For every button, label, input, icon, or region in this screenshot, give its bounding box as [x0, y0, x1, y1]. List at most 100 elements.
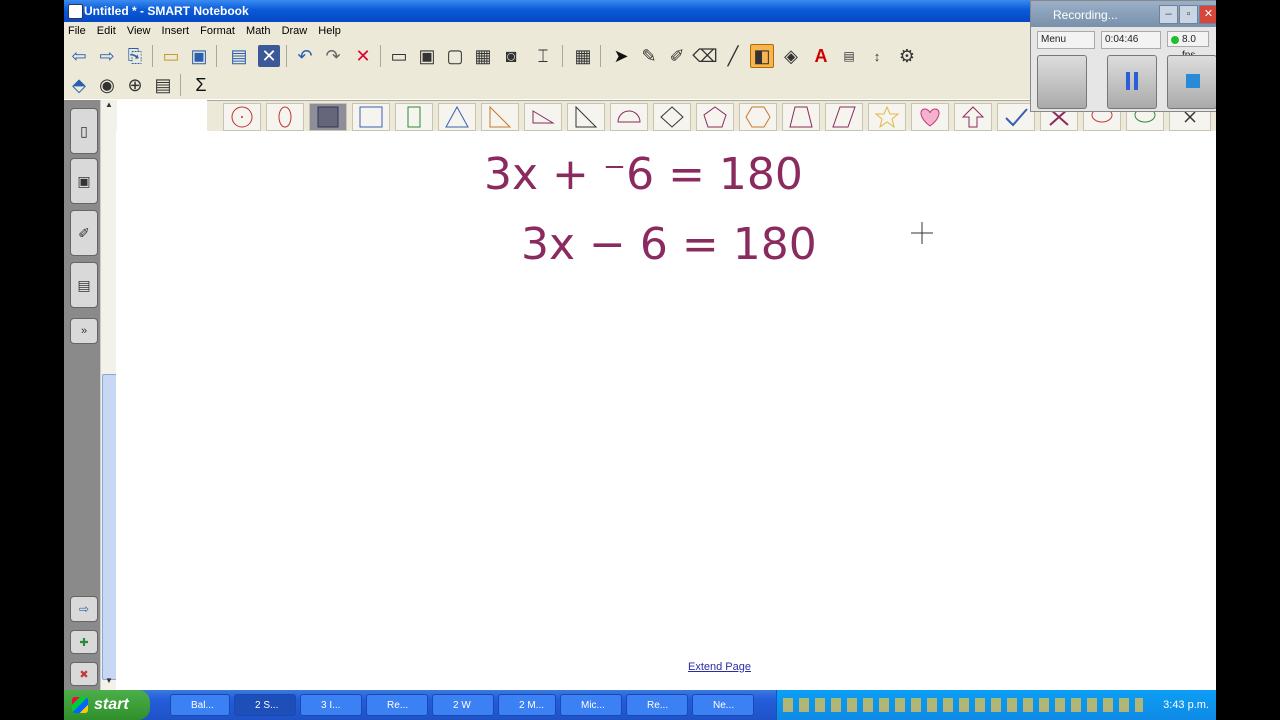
menu-edit[interactable]: Edit	[93, 22, 120, 37]
delete-icon[interactable]: ✕	[352, 45, 374, 67]
right-angle-triangle-shape-icon[interactable]	[567, 103, 605, 131]
square-shape-icon[interactable]	[352, 103, 390, 131]
hexagon-shape-icon[interactable]	[739, 103, 777, 131]
taskbar-item[interactable]: Re...	[626, 694, 688, 716]
redo-icon[interactable]: ↷	[322, 45, 344, 67]
sigma-icon[interactable]: Σ	[190, 74, 212, 96]
rectangle-shape-icon[interactable]	[395, 103, 433, 131]
line-icon[interactable]: ╱	[722, 45, 744, 67]
close-icon[interactable]: ✕	[1199, 5, 1216, 24]
shapes-icon[interactable]: ◧	[750, 44, 774, 68]
pause-button[interactable]	[1107, 55, 1157, 109]
page-sorter-icon[interactable]: ▯	[70, 108, 98, 154]
square-filled-shape-icon[interactable]	[309, 103, 347, 131]
forward-arrow-icon[interactable]: ⇨	[96, 45, 118, 67]
dual-display-icon[interactable]: ▦	[472, 45, 494, 67]
add-page-side-icon[interactable]: ✚	[70, 630, 98, 654]
menu-view[interactable]: View	[123, 22, 155, 37]
trapezoid-shape-icon[interactable]	[782, 103, 820, 131]
properties-icon[interactable]: ▤	[838, 45, 860, 67]
gallery-tab-icon[interactable]: ▣	[70, 158, 98, 204]
table-icon[interactable]: ▦	[572, 45, 594, 67]
recorder-mode[interactable]: Menu	[1037, 31, 1095, 49]
menu-file[interactable]: File	[64, 22, 90, 37]
open-folder-icon[interactable]: ▭	[160, 45, 182, 67]
menu-format[interactable]: Format	[196, 22, 239, 37]
tray-icons[interactable]	[783, 698, 1143, 712]
taskbar-item[interactable]: 3 I...	[300, 694, 362, 716]
equation-line-1: 3x + ⁻6 = 180	[484, 149, 803, 200]
taskbar-item[interactable]: 2 M...	[498, 694, 556, 716]
pentagon-shape-icon[interactable]	[696, 103, 734, 131]
undo-icon[interactable]: ↶	[294, 45, 316, 67]
properties-tab-icon[interactable]: ▤	[70, 262, 98, 308]
flat-triangle-shape-icon[interactable]	[524, 103, 562, 131]
pen-icon[interactable]: ✎	[638, 45, 660, 67]
text-icon[interactable]: A	[810, 45, 832, 67]
taskbar-item[interactable]: Re...	[366, 694, 428, 716]
extend-page-link[interactable]: Extend Page	[688, 661, 751, 673]
insert-icon[interactable]: ⬘	[68, 74, 90, 96]
star-shape-icon[interactable]	[868, 103, 906, 131]
toolbar-separator	[180, 74, 181, 96]
expand-panel-icon[interactable]: »	[70, 318, 98, 344]
toolbar-separator	[152, 45, 153, 67]
right-triangle-shape-icon[interactable]	[481, 103, 519, 131]
maximize-icon[interactable]: ▫	[1179, 5, 1198, 24]
vertical-scrollbar[interactable]: ▲ ▼	[100, 100, 117, 690]
fill-icon[interactable]: ◈	[780, 45, 802, 67]
windows-logo-icon	[72, 697, 88, 713]
toolbar-separator	[216, 45, 217, 67]
heart-shape-icon[interactable]	[911, 103, 949, 131]
eraser-icon[interactable]: ⌫	[692, 45, 717, 67]
minimize-icon[interactable]: –	[1159, 5, 1178, 24]
customize-icon[interactable]: ⚙	[896, 45, 918, 67]
menu-draw[interactable]: Draw	[278, 22, 312, 37]
move-toolbar-icon[interactable]: ↕	[866, 45, 888, 67]
taskbar-item[interactable]: 2 S...	[234, 694, 296, 716]
triangle-shape-icon[interactable]	[438, 103, 476, 131]
record-button[interactable]	[1037, 55, 1087, 109]
notebook-page[interactable]: 3x + ⁻6 = 180 3x − 6 = 180 Extend Page	[116, 131, 1216, 690]
gallery-icon[interactable]: ◉	[96, 74, 118, 96]
capture-icon[interactable]: ◙	[500, 45, 522, 67]
taskbar-item[interactable]: 2 W	[432, 694, 494, 716]
screen-shade-icon[interactable]: ▭	[388, 45, 410, 67]
parallelogram-shape-icon[interactable]	[825, 103, 863, 131]
paste-icon[interactable]: ▤	[228, 45, 250, 67]
ellipse-shape-icon[interactable]	[266, 103, 304, 131]
side-panel: ▯ ▣ ✐ ▤ » ⇨ ✚ ✖	[64, 100, 100, 690]
diamond-shape-icon[interactable]	[653, 103, 691, 131]
transparent-bg-icon[interactable]: ▢	[444, 45, 466, 67]
table-grid-icon[interactable]: ▤	[152, 74, 174, 96]
next-page-icon[interactable]: ⇨	[70, 596, 98, 622]
semicircle-shape-icon[interactable]	[610, 103, 648, 131]
start-button[interactable]: start	[64, 690, 150, 720]
recorder-elapsed: 0:04:46	[1101, 31, 1161, 49]
menu-insert[interactable]: Insert	[158, 22, 194, 37]
taskbar: start Bal... 2 S... 3 I... Re... 2 W 2 M…	[64, 690, 1216, 720]
circle-shape-icon[interactable]	[223, 103, 261, 131]
menu-math[interactable]: Math	[242, 22, 274, 37]
save-icon[interactable]: ▣	[188, 45, 210, 67]
link-icon[interactable]: ⊕	[124, 74, 146, 96]
scroll-down-icon[interactable]: ▼	[101, 676, 117, 690]
stop-button[interactable]	[1167, 55, 1216, 109]
back-arrow-icon[interactable]: ⇦	[68, 45, 90, 67]
taskbar-item[interactable]: Mic...	[560, 694, 622, 716]
delete-page-side-icon[interactable]: ✖	[70, 662, 98, 686]
full-screen-icon[interactable]: ▣	[416, 45, 438, 67]
creative-pen-icon[interactable]: ✐	[666, 45, 688, 67]
attachments-icon[interactable]: ✐	[70, 210, 98, 256]
document-camera-icon[interactable]: ⌶	[532, 45, 554, 67]
menu-help[interactable]: Help	[314, 22, 345, 37]
arrow-up-shape-icon[interactable]	[954, 103, 992, 131]
select-pointer-icon[interactable]: ➤	[610, 45, 632, 67]
toolbar-separator	[380, 45, 381, 67]
taskbar-item[interactable]: Ne...	[692, 694, 754, 716]
taskbar-item[interactable]: Bal...	[170, 694, 230, 716]
delete-page-icon[interactable]: ✕	[258, 45, 280, 67]
scroll-up-icon[interactable]: ▲	[101, 100, 117, 114]
scroll-thumb[interactable]	[102, 374, 117, 680]
add-page-icon[interactable]: ⎘	[124, 45, 146, 67]
